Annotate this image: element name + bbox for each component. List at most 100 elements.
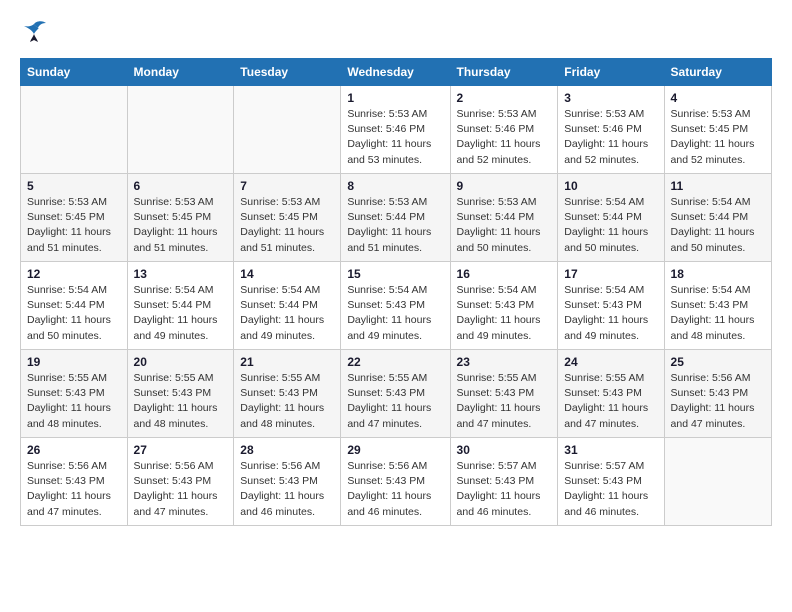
day-info: Sunrise: 5:53 AMSunset: 5:44 PMDaylight:… — [347, 195, 443, 256]
day-number: 27 — [134, 443, 228, 457]
day-number: 18 — [671, 267, 765, 281]
day-info: Sunrise: 5:57 AMSunset: 5:43 PMDaylight:… — [457, 459, 552, 520]
calendar-body: 1 Sunrise: 5:53 AMSunset: 5:46 PMDaylight… — [21, 86, 772, 526]
day-info: Sunrise: 5:55 AMSunset: 5:43 PMDaylight:… — [564, 371, 657, 432]
day-info: Sunrise: 5:56 AMSunset: 5:43 PMDaylight:… — [27, 459, 121, 520]
day-info: Sunrise: 5:53 AMSunset: 5:45 PMDaylight:… — [27, 195, 121, 256]
day-cell: 20Sunrise: 5:55 AMSunset: 5:43 PMDayligh… — [127, 350, 234, 438]
calendar-table: SundayMondayTuesdayWednesdayThursdayFrid… — [20, 58, 772, 526]
day-number: 24 — [564, 355, 657, 369]
day-cell: 22 Sunrise: 5:55 AMSunset: 5:43 PMDayligh… — [341, 350, 450, 438]
day-number: 11 — [671, 179, 765, 193]
header-cell-monday: Monday — [127, 59, 234, 86]
day-cell: 8 Sunrise: 5:53 AMSunset: 5:44 PMDaylight… — [341, 174, 450, 262]
day-number: 16 — [457, 267, 552, 281]
day-cell: 5 Sunrise: 5:53 AMSunset: 5:45 PMDaylight… — [21, 174, 128, 262]
day-info: Sunrise: 5:54 AMSunset: 5:43 PMDaylight:… — [347, 283, 443, 344]
day-info: Sunrise: 5:56 AMSunset: 5:43 PMDaylight:… — [347, 459, 443, 520]
day-cell: 30 Sunrise: 5:57 AMSunset: 5:43 PMDayligh… — [450, 438, 558, 526]
day-cell — [21, 86, 128, 174]
day-info: Sunrise: 5:53 AMSunset: 5:46 PMDaylight:… — [347, 107, 443, 168]
day-info: Sunrise: 5:54 AMSunset: 5:44 PMDaylight:… — [671, 195, 765, 256]
day-cell: 3 Sunrise: 5:53 AMSunset: 5:46 PMDaylight… — [558, 86, 664, 174]
day-number: 9 — [457, 179, 552, 193]
day-info: Sunrise: 5:53 AMSunset: 5:44 PMDaylight:… — [457, 195, 552, 256]
day-cell: 21 Sunrise: 5:55 AMSunset: 5:43 PMDayligh… — [234, 350, 341, 438]
day-cell — [234, 86, 341, 174]
header-cell-sunday: Sunday — [21, 59, 128, 86]
day-info: Sunrise: 5:53 AMSunset: 5:46 PMDaylight:… — [564, 107, 657, 168]
day-info: Sunrise: 5:55 AMSunset: 5:43 PMDaylight:… — [457, 371, 552, 432]
day-cell: 19Sunrise: 5:55 AMSunset: 5:43 PMDayligh… — [21, 350, 128, 438]
day-number: 15 — [347, 267, 443, 281]
day-number: 14 — [240, 267, 334, 281]
day-cell: 15 Sunrise: 5:54 AMSunset: 5:43 PMDayligh… — [341, 262, 450, 350]
header-row: SundayMondayTuesdayWednesdayThursdayFrid… — [21, 59, 772, 86]
day-cell: 7 Sunrise: 5:53 AMSunset: 5:45 PMDaylight… — [234, 174, 341, 262]
day-info: Sunrise: 5:55 AMSunset: 5:43 PMDaylight:… — [27, 371, 121, 432]
day-cell: 9 Sunrise: 5:53 AMSunset: 5:44 PMDaylight… — [450, 174, 558, 262]
day-cell: 28 Sunrise: 5:56 AMSunset: 5:43 PMDayligh… — [234, 438, 341, 526]
day-number: 3 — [564, 91, 657, 105]
day-cell: 23 Sunrise: 5:55 AMSunset: 5:43 PMDayligh… — [450, 350, 558, 438]
day-number: 23 — [457, 355, 552, 369]
day-cell: 2 Sunrise: 5:53 AMSunset: 5:46 PMDaylight… — [450, 86, 558, 174]
day-number: 26 — [27, 443, 121, 457]
day-number: 28 — [240, 443, 334, 457]
day-cell: 1 Sunrise: 5:53 AMSunset: 5:46 PMDaylight… — [341, 86, 450, 174]
day-cell: 4Sunrise: 5:53 AMSunset: 5:45 PMDaylight… — [664, 86, 771, 174]
day-number: 5 — [27, 179, 121, 193]
day-cell: 10 Sunrise: 5:54 AMSunset: 5:44 PMDayligh… — [558, 174, 664, 262]
day-info: Sunrise: 5:57 AMSunset: 5:43 PMDaylight:… — [564, 459, 657, 520]
day-info: Sunrise: 5:54 AMSunset: 5:44 PMDaylight:… — [240, 283, 334, 344]
day-number: 17 — [564, 267, 657, 281]
day-info: Sunrise: 5:55 AMSunset: 5:43 PMDaylight:… — [347, 371, 443, 432]
day-number: 8 — [347, 179, 443, 193]
day-info: Sunrise: 5:54 AMSunset: 5:44 PMDaylight:… — [134, 283, 228, 344]
day-cell: 18Sunrise: 5:54 AMSunset: 5:43 PMDayligh… — [664, 262, 771, 350]
calendar-header: SundayMondayTuesdayWednesdayThursdayFrid… — [21, 59, 772, 86]
day-cell: 25 Sunrise: 5:56 AMSunset: 5:43 PMDayligh… — [664, 350, 771, 438]
header-cell-saturday: Saturday — [664, 59, 771, 86]
day-number: 6 — [134, 179, 228, 193]
day-number: 21 — [240, 355, 334, 369]
day-number: 29 — [347, 443, 443, 457]
page-header — [20, 20, 772, 42]
day-number: 4 — [671, 91, 765, 105]
day-cell: 16Sunrise: 5:54 AMSunset: 5:43 PMDayligh… — [450, 262, 558, 350]
day-cell — [127, 86, 234, 174]
header-cell-tuesday: Tuesday — [234, 59, 341, 86]
day-number: 25 — [671, 355, 765, 369]
day-number: 31 — [564, 443, 657, 457]
day-info: Sunrise: 5:56 AMSunset: 5:43 PMDaylight:… — [240, 459, 334, 520]
day-info: Sunrise: 5:53 AMSunset: 5:45 PMDaylight:… — [240, 195, 334, 256]
day-number: 12 — [27, 267, 121, 281]
day-cell: 26 Sunrise: 5:56 AMSunset: 5:43 PMDayligh… — [21, 438, 128, 526]
day-cell: 6Sunrise: 5:53 AMSunset: 5:45 PMDaylight… — [127, 174, 234, 262]
day-info: Sunrise: 5:56 AMSunset: 5:43 PMDaylight:… — [671, 371, 765, 432]
day-number: 7 — [240, 179, 334, 193]
day-info: Sunrise: 5:55 AMSunset: 5:43 PMDaylight:… — [240, 371, 334, 432]
day-cell — [664, 438, 771, 526]
header-cell-wednesday: Wednesday — [341, 59, 450, 86]
header-cell-friday: Friday — [558, 59, 664, 86]
day-cell: 13 Sunrise: 5:54 AMSunset: 5:44 PMDayligh… — [127, 262, 234, 350]
day-cell: 27Sunrise: 5:56 AMSunset: 5:43 PMDayligh… — [127, 438, 234, 526]
day-number: 1 — [347, 91, 443, 105]
week-row-4: 19Sunrise: 5:55 AMSunset: 5:43 PMDayligh… — [21, 350, 772, 438]
day-number: 30 — [457, 443, 552, 457]
logo — [20, 20, 52, 42]
day-cell: 29 Sunrise: 5:56 AMSunset: 5:43 PMDayligh… — [341, 438, 450, 526]
day-info: Sunrise: 5:53 AMSunset: 5:46 PMDaylight:… — [457, 107, 552, 168]
day-cell: 17Sunrise: 5:54 AMSunset: 5:43 PMDayligh… — [558, 262, 664, 350]
week-row-3: 12 Sunrise: 5:54 AMSunset: 5:44 PMDayligh… — [21, 262, 772, 350]
header-cell-thursday: Thursday — [450, 59, 558, 86]
day-number: 10 — [564, 179, 657, 193]
day-number: 13 — [134, 267, 228, 281]
day-number: 2 — [457, 91, 552, 105]
day-info: Sunrise: 5:54 AMSunset: 5:44 PMDaylight:… — [564, 195, 657, 256]
day-number: 22 — [347, 355, 443, 369]
day-cell: 14 Sunrise: 5:54 AMSunset: 5:44 PMDayligh… — [234, 262, 341, 350]
day-number: 20 — [134, 355, 228, 369]
day-cell: 24 Sunrise: 5:55 AMSunset: 5:43 PMDayligh… — [558, 350, 664, 438]
